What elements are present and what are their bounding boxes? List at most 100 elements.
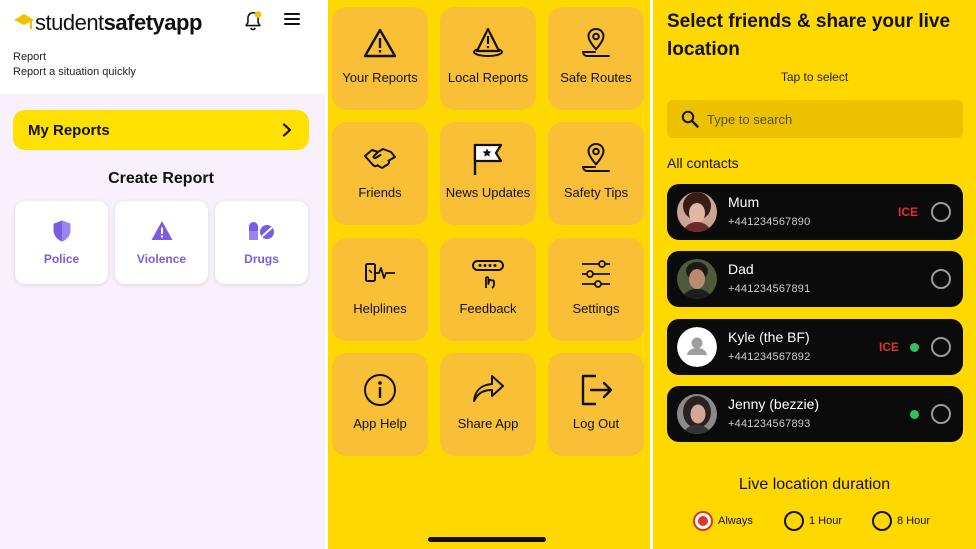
share-location-screen: Select friends & share your live locatio… (653, 0, 976, 549)
tile-safe-routes[interactable]: Safe Routes (548, 7, 644, 110)
contact-name: Dad (728, 261, 754, 277)
search-input[interactable] (707, 109, 947, 129)
police-report-button[interactable]: Police (15, 201, 108, 284)
duration-option-8-hour[interactable]: 8 Hour (872, 511, 930, 531)
flag-star-icon (473, 143, 503, 175)
drugs-report-button[interactable]: Drugs (215, 201, 308, 284)
handshake-icon (364, 148, 396, 169)
duration-label: 1 Hour (809, 515, 843, 527)
duration-label: 8 Hour (897, 515, 931, 527)
tile-label: Local Reports (447, 70, 529, 85)
tile-log-out[interactable]: Log Out (548, 353, 644, 456)
search-icon (681, 110, 699, 128)
tile-label: Your Reports (342, 70, 418, 85)
tile-safety-tips[interactable]: Safety Tips (548, 122, 644, 225)
pills-icon (249, 222, 274, 240)
contact-phone: +441234567890 (728, 216, 811, 228)
tile-label: Safety Tips (563, 185, 629, 200)
select-contact-radio[interactable] (931, 337, 951, 357)
select-contact-radio[interactable] (931, 404, 951, 424)
bell-icon[interactable] (242, 10, 264, 32)
tile-your-reports[interactable]: Your Reports (332, 7, 428, 110)
chevron-right-icon (282, 123, 292, 137)
ice-badge: ICE (898, 205, 919, 219)
tile-label: Helplines (353, 301, 407, 316)
location-pin-icon (582, 142, 610, 172)
create-report-title: Create Report (108, 170, 214, 187)
page-title: Report (13, 51, 47, 63)
tile-label: Log Out (572, 416, 620, 431)
duration-radio[interactable] (784, 511, 804, 531)
contact-name: Kyle (the BF) (728, 329, 810, 345)
select-contact-radio[interactable] (931, 269, 951, 289)
tap-to-select-hint: Tap to select (780, 70, 849, 84)
duration-option-always[interactable]: Always (693, 511, 753, 531)
person-placeholder-icon (677, 327, 717, 367)
avatar (677, 192, 717, 232)
warning-icon (151, 221, 173, 240)
duration-radio-selected[interactable] (693, 511, 713, 531)
my-reports-button[interactable]: My Reports (13, 110, 309, 150)
duration-label: Always (718, 515, 753, 527)
tile-label: Friends (358, 185, 402, 200)
contact-name: Mum (728, 194, 760, 210)
info-icon (364, 374, 396, 406)
tile-friends[interactable]: Friends (332, 122, 428, 225)
online-status-dot (910, 343, 919, 352)
hamburger-menu-icon[interactable] (284, 13, 300, 27)
page-title: Select friends & share your live locatio… (667, 11, 951, 60)
tile-label: Feedback (459, 301, 517, 316)
tile-app-help[interactable]: App Help (332, 353, 428, 456)
contact-phone: +441234567891 (728, 283, 811, 295)
section-label-all-contacts: All contacts (667, 155, 739, 171)
contact-row[interactable]: Mum +441234567890 ICE (667, 184, 963, 240)
location-pin-icon (582, 27, 610, 57)
avatar (677, 259, 717, 299)
phone-pulse-icon (365, 263, 395, 282)
contact-row[interactable]: Jenny (bezzie) +441234567893 (667, 386, 963, 442)
shield-icon (53, 220, 71, 242)
home-indicator[interactable] (428, 537, 546, 542)
tile-helplines[interactable]: Helplines (332, 238, 428, 341)
tile-label: Settings (572, 301, 620, 316)
contact-phone: +441234567893 (728, 418, 811, 430)
sliders-icon (582, 260, 610, 288)
tile-settings[interactable]: Settings (548, 238, 644, 341)
violence-report-button[interactable]: Violence (115, 201, 208, 284)
violence-label: Violence (136, 252, 187, 266)
app-logo: studentsafetyapp (14, 10, 202, 36)
tile-share-app[interactable]: Share App (440, 353, 536, 456)
graduation-cap-icon (14, 12, 34, 34)
contact-search-box[interactable] (667, 100, 963, 138)
share-arrow-icon (473, 375, 504, 402)
report-screen: studentsafetyapp Report Report a situati… (0, 0, 325, 549)
contact-phone: +441234567892 (728, 351, 811, 363)
contact-row[interactable]: Kyle (the BF) +441234567892 ICE (667, 319, 963, 375)
duration-option-1-hour[interactable]: 1 Hour (784, 511, 842, 531)
live-location-duration-title: Live location duration (738, 476, 891, 493)
tile-local-reports[interactable]: Local Reports (440, 7, 536, 110)
drugs-label: Drugs (244, 252, 279, 266)
report-header: studentsafetyapp Report Report a situati… (0, 0, 325, 94)
select-contact-radio[interactable] (931, 202, 951, 222)
warning-icon (363, 28, 397, 58)
local-warning-icon (473, 27, 503, 57)
duration-radio[interactable] (872, 511, 892, 531)
tile-label: News Updates (445, 185, 531, 200)
contact-row[interactable]: Dad +441234567891 (667, 251, 963, 307)
logout-icon (581, 374, 613, 406)
menu-screen: Your Reports Local Reports Safe Routes F… (328, 0, 650, 549)
tile-label: Share App (457, 416, 519, 431)
tile-feedback[interactable]: Feedback (440, 238, 536, 341)
police-label: Police (43, 252, 80, 266)
online-status-dot (910, 410, 919, 419)
avatar (677, 394, 717, 434)
tile-label: Safe Routes (560, 70, 632, 85)
contact-name: Jenny (bezzie) (728, 396, 820, 412)
logo-text: studentsafetyapp (35, 10, 202, 35)
tile-news-updates[interactable]: News Updates (440, 122, 536, 225)
tile-label: App Help (353, 416, 407, 431)
ice-badge: ICE (879, 340, 900, 354)
my-reports-label: My Reports (28, 121, 110, 139)
page-subtitle: Report a situation quickly (13, 66, 136, 78)
